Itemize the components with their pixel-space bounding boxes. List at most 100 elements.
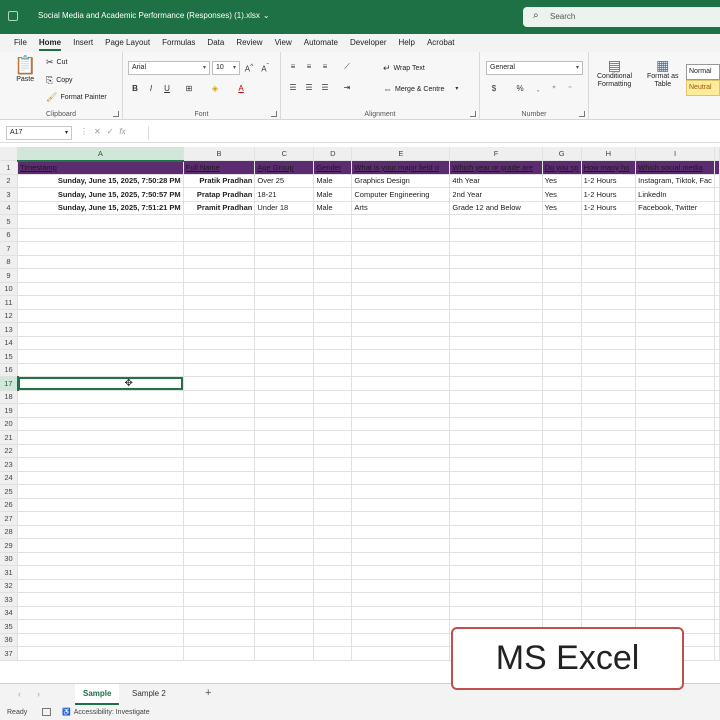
- cell[interactable]: [17, 471, 184, 485]
- cell[interactable]: [183, 295, 256, 310]
- cell[interactable]: [714, 606, 720, 620]
- cell[interactable]: [714, 241, 720, 256]
- cell[interactable]: [542, 309, 582, 323]
- cell[interactable]: [254, 430, 315, 445]
- cell[interactable]: Sunday, June 15, 2025, 7:51:21 PM: [17, 201, 184, 215]
- cell[interactable]: [313, 525, 353, 539]
- cell[interactable]: [183, 511, 256, 526]
- style-neutral[interactable]: Neutral: [686, 80, 720, 96]
- cell[interactable]: 2nd Year: [449, 187, 543, 202]
- cell[interactable]: [17, 565, 184, 580]
- cell[interactable]: [714, 268, 720, 283]
- cell[interactable]: [714, 552, 720, 566]
- cell[interactable]: [183, 457, 256, 472]
- cell[interactable]: [351, 390, 451, 404]
- cell[interactable]: [542, 228, 582, 242]
- row-header[interactable]: 29: [0, 538, 19, 553]
- cell[interactable]: [581, 538, 637, 553]
- cell[interactable]: [17, 430, 184, 445]
- search-box[interactable]: ⌕ Search: [523, 7, 720, 27]
- cell[interactable]: [635, 363, 715, 377]
- row-header[interactable]: 6: [0, 228, 19, 242]
- cell[interactable]: [542, 336, 582, 350]
- cell[interactable]: [581, 552, 637, 566]
- cell[interactable]: [351, 268, 451, 283]
- cell[interactable]: Graphics Design: [351, 174, 451, 188]
- cell[interactable]: [17, 282, 184, 296]
- fill-color-icon[interactable]: ◈: [209, 84, 221, 93]
- orientation-icon[interactable]: ⟋: [341, 62, 353, 72]
- cell[interactable]: Age Group: [254, 160, 315, 175]
- cell[interactable]: [581, 349, 637, 364]
- cell[interactable]: [449, 606, 543, 620]
- row-header[interactable]: 8: [0, 255, 19, 269]
- cell[interactable]: [313, 457, 353, 472]
- cell[interactable]: [17, 457, 184, 472]
- alignment-launcher-icon[interactable]: [470, 111, 476, 117]
- cell[interactable]: [17, 633, 184, 647]
- tab-review[interactable]: Review: [230, 34, 268, 52]
- increase-decimal-icon[interactable]: ⁺: [548, 84, 560, 93]
- cell[interactable]: [183, 241, 256, 256]
- cell[interactable]: Facebook, Twitter: [635, 201, 715, 215]
- cell[interactable]: [183, 579, 256, 593]
- cell[interactable]: [635, 322, 715, 337]
- cell[interactable]: [313, 471, 353, 485]
- row-header[interactable]: 25: [0, 484, 19, 499]
- cell[interactable]: What is your major field o: [351, 160, 451, 175]
- cell[interactable]: [581, 511, 637, 526]
- cell[interactable]: [714, 174, 720, 188]
- cell[interactable]: [17, 214, 184, 229]
- cell[interactable]: [581, 336, 637, 350]
- select-all-corner[interactable]: [0, 147, 19, 161]
- cell[interactable]: [714, 619, 720, 634]
- tab-insert[interactable]: Insert: [67, 34, 99, 52]
- cell[interactable]: [542, 255, 582, 269]
- cell[interactable]: [183, 633, 256, 647]
- column-header-b[interactable]: B: [183, 147, 256, 161]
- cell[interactable]: [183, 349, 256, 364]
- cell[interactable]: [635, 349, 715, 364]
- autosave-icon[interactable]: [8, 11, 18, 21]
- tab-home[interactable]: Home: [33, 34, 67, 52]
- cell[interactable]: [714, 444, 720, 458]
- cell[interactable]: [351, 376, 451, 391]
- cell[interactable]: [542, 390, 582, 404]
- cell[interactable]: [313, 592, 353, 607]
- cell[interactable]: Full Name: [183, 160, 256, 175]
- cell[interactable]: 4th Year: [449, 174, 543, 188]
- cell[interactable]: [635, 579, 715, 593]
- cell[interactable]: [449, 538, 543, 553]
- cell[interactable]: [351, 606, 451, 620]
- currency-icon[interactable]: $: [488, 84, 500, 93]
- font-name-select[interactable]: Arial ▾: [128, 61, 210, 75]
- cell[interactable]: [254, 241, 315, 256]
- cell[interactable]: [254, 376, 315, 391]
- cell[interactable]: [351, 444, 451, 458]
- cell[interactable]: [635, 268, 715, 283]
- cell[interactable]: [254, 552, 315, 566]
- row-header[interactable]: 31: [0, 565, 19, 580]
- wrap-text-button[interactable]: ↵ Wrap Text: [383, 64, 425, 73]
- cell[interactable]: [313, 565, 353, 580]
- cell[interactable]: [714, 201, 720, 215]
- cell[interactable]: [714, 309, 720, 323]
- cell[interactable]: [635, 376, 715, 391]
- cell[interactable]: [313, 430, 353, 445]
- cell[interactable]: [714, 525, 720, 539]
- cell[interactable]: [313, 538, 353, 553]
- cell[interactable]: Yes: [542, 174, 582, 188]
- cell[interactable]: [313, 444, 353, 458]
- row-header[interactable]: 22: [0, 444, 19, 458]
- cell[interactable]: [183, 403, 256, 418]
- cell[interactable]: [313, 255, 353, 269]
- row-header[interactable]: 37: [0, 646, 19, 661]
- row-header[interactable]: 1: [0, 160, 19, 175]
- cell[interactable]: [254, 309, 315, 323]
- cell[interactable]: [313, 484, 353, 499]
- chevron-right-icon[interactable]: ›: [37, 689, 40, 699]
- borders-icon[interactable]: ⊞: [183, 84, 195, 93]
- cell[interactable]: [714, 376, 720, 391]
- cell[interactable]: [714, 430, 720, 445]
- cell[interactable]: [17, 592, 184, 607]
